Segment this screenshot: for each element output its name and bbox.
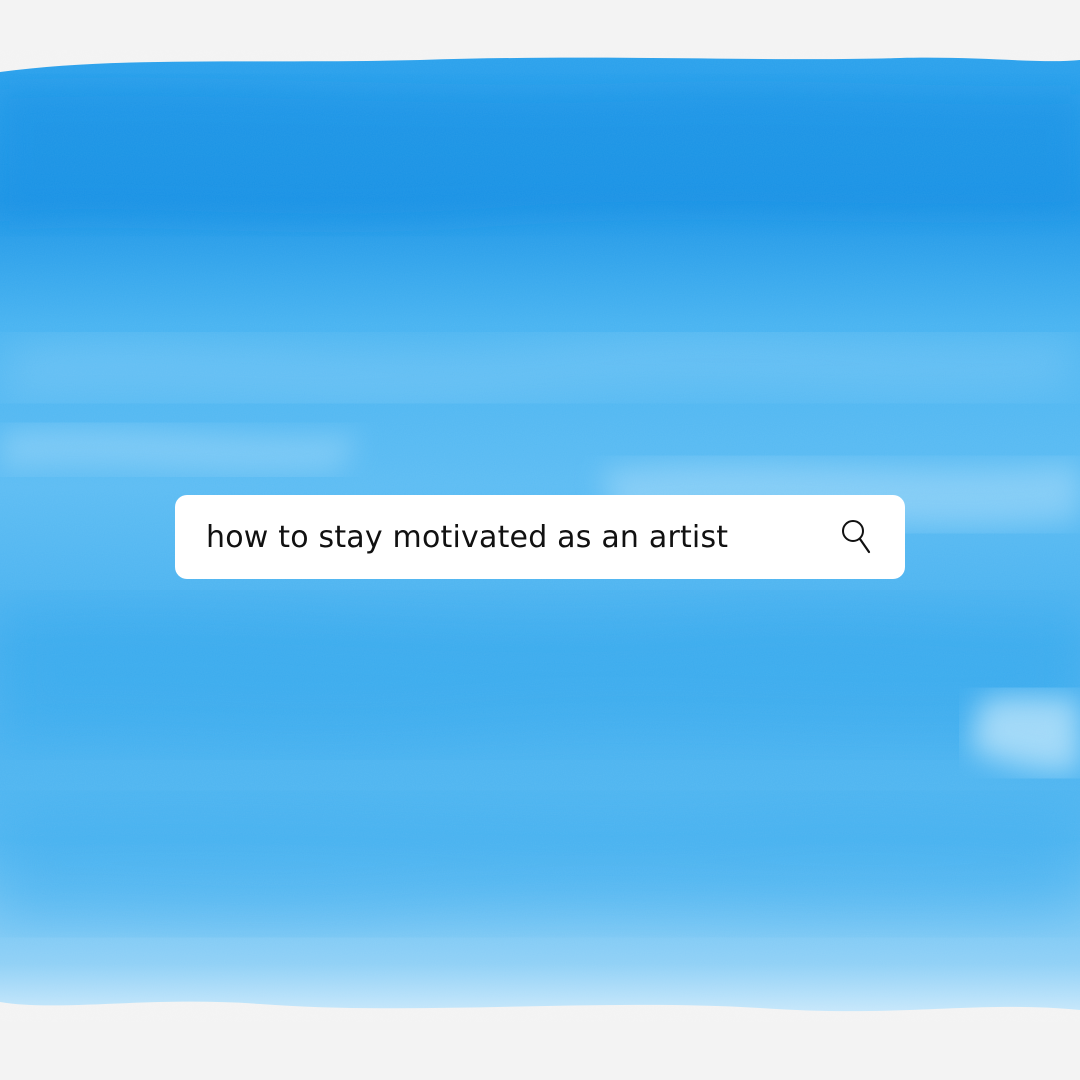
search-query-text[interactable]: how to stay motivated as an artist — [206, 520, 728, 555]
search-icon[interactable] — [839, 517, 873, 557]
search-bar[interactable]: how to stay motivated as an artist — [175, 495, 905, 579]
